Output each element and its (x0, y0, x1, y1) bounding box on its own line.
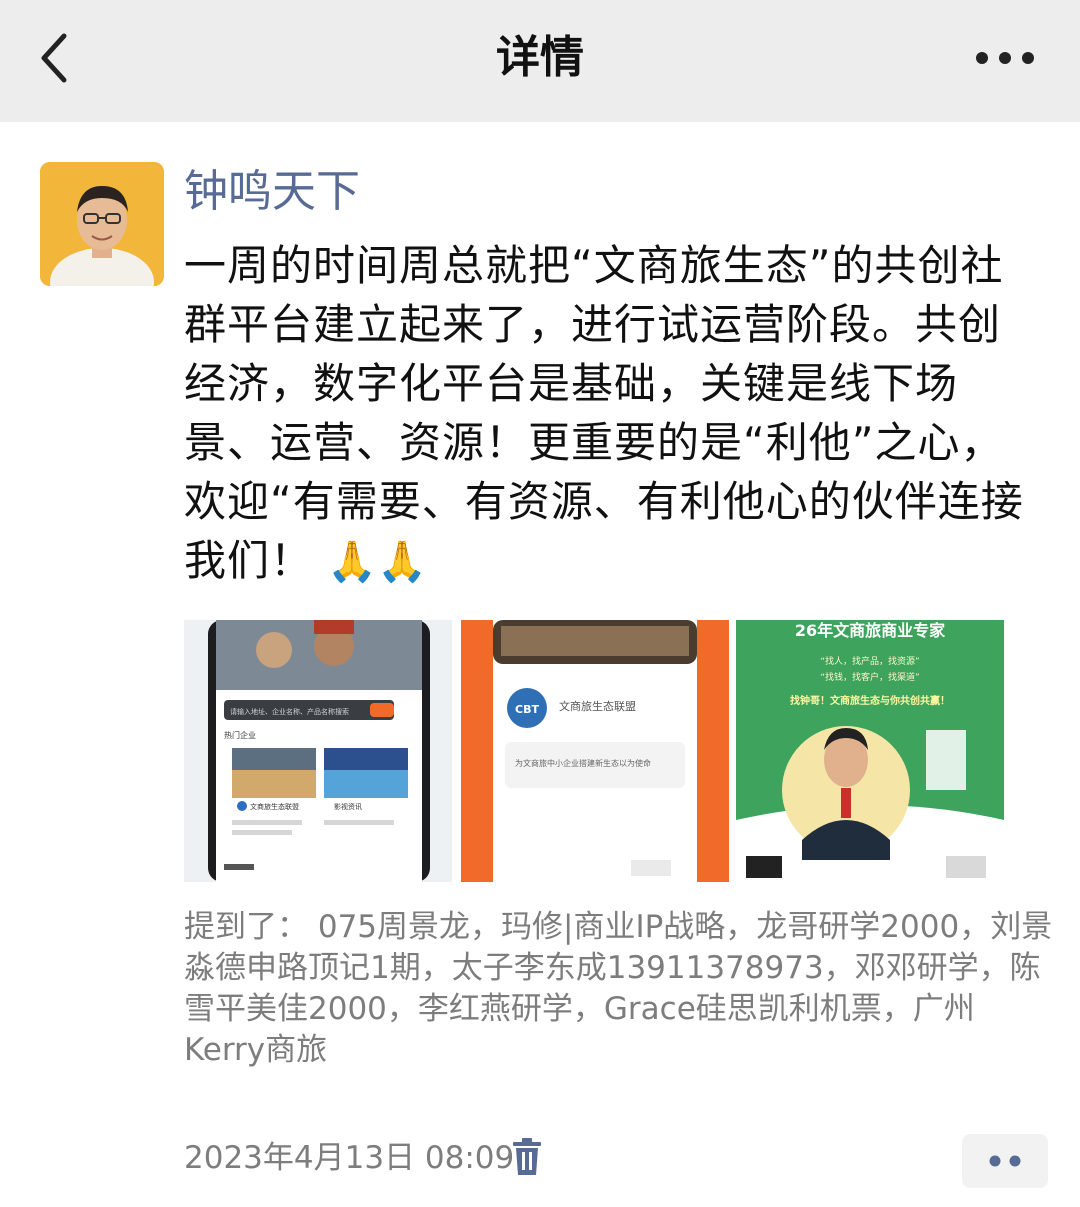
delete-button[interactable] (510, 1137, 544, 1177)
more-button[interactable] (970, 38, 1040, 78)
top-bar: 详情 (0, 0, 1080, 122)
cbt-mission-text: 为文商旅中小企业搭建新生态以为使命 (515, 758, 651, 768)
author-name[interactable]: 钟鸣天下 (184, 162, 360, 222)
cbt-logo-text: CBT (515, 703, 539, 716)
more-dots-icon (976, 52, 1034, 64)
avatar[interactable] (40, 162, 164, 286)
page-title: 详情 (496, 32, 584, 83)
image-app-screenshot[interactable]: 请输入地址、企业名称、产品名称搜索 热门企业 文商旅生态联盟 影视资讯 (184, 620, 452, 882)
poster-line-1: “找人，找产品，找资源” (820, 655, 919, 667)
section-title-1: 热门企业 (224, 730, 256, 740)
mentions-list[interactable]: 提到了： 075周景龙，玛修|商业IP战略，龙哥研学2000，刘景淼德申路顶记1… (184, 907, 1054, 1071)
folded-hands-emoji: 🙏🙏 (327, 539, 427, 585)
image-expert-poster[interactable]: 26年文商旅商业专家 “找人，找产品，找资源” “找钱，找客户，找渠道” 找钟哥… (736, 620, 1004, 882)
image-cbt-card[interactable]: CBT 文商旅生态联盟 为文商旅中小企业搭建新生态以为使命 (461, 620, 729, 882)
app-card-title-1: 文商旅生态联盟 (250, 802, 299, 811)
trash-icon (513, 1138, 541, 1175)
poster-line-2: “找钱，找客户，找渠道” (820, 671, 919, 683)
post-timestamp: 2023年4月13日 08:09 (184, 1140, 515, 1176)
cbt-alliance-name: 文商旅生态联盟 (559, 699, 636, 713)
search-bar-text: 请输入地址、企业名称、产品名称搜索 (230, 707, 349, 716)
post-body-text: 一周的时间周总就把“文商旅生态”的共创社群平台建立起来了，进行试运营阶段。共创经… (184, 241, 1024, 585)
app-card-title-2: 影视资讯 (334, 802, 362, 811)
poster-headline: 26年文商旅商业专家 (795, 621, 946, 640)
avatar-image (40, 162, 164, 286)
post-text: 一周的时间周总就把“文商旅生态”的共创社群平台建立起来了，进行试运营阶段。共创经… (184, 236, 1024, 592)
two-dots-icon (989, 1155, 1021, 1167)
image-grid: 请输入地址、企业名称、产品名称搜索 热门企业 文商旅生态联盟 影视资讯 CBT … (184, 620, 1004, 882)
comment-like-button[interactable] (962, 1134, 1048, 1188)
poster-slogan: 找钟哥！文商旅生态与你共创共赢！ (790, 694, 950, 707)
